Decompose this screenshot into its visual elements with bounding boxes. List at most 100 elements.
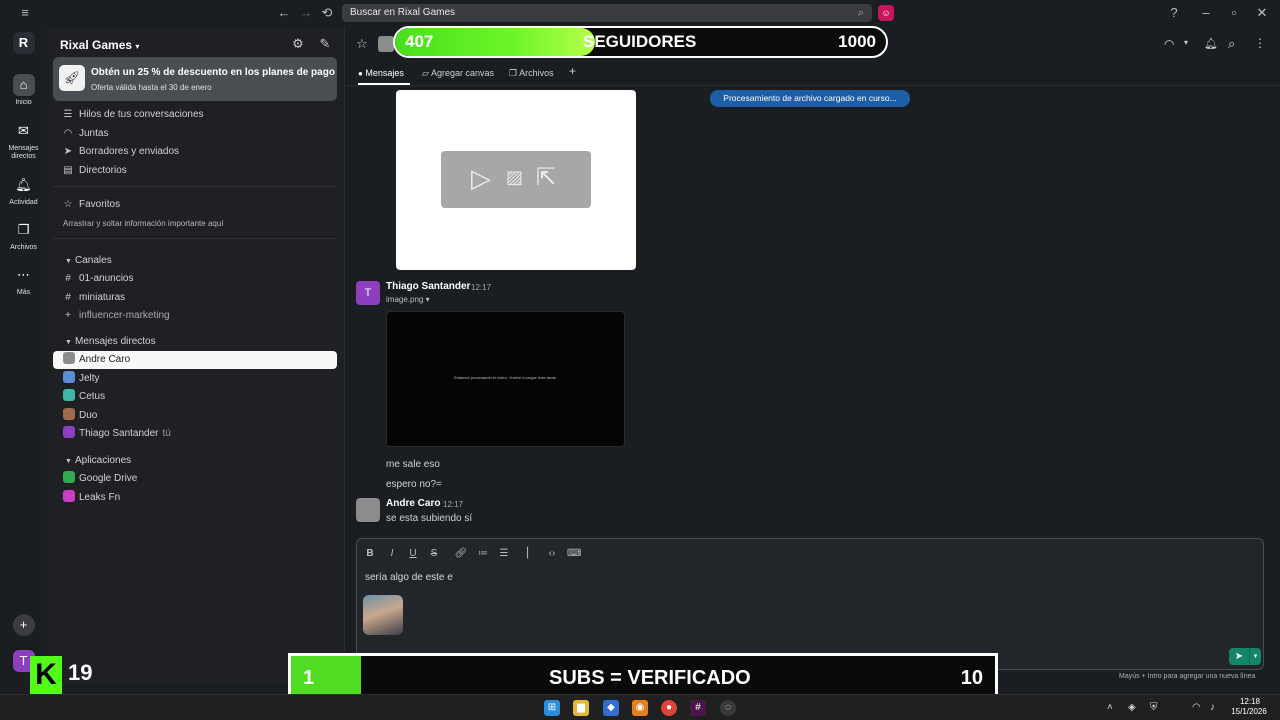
rail-item-mas[interactable]: ⋯ Más [0,264,47,297]
maximize-icon[interactable]: ▫ [1226,5,1242,21]
clock-date[interactable]: 15/1/2026 [1224,707,1274,716]
app-avatar-icon[interactable]: ☺ [878,5,894,21]
image-attachment[interactable]: Estamos procesando el vídeo. Vuelve a ca… [386,311,625,447]
tab-archivos[interactable]: ❐ Archivos [509,66,554,80]
rail-item-actividad[interactable]: 🔔︎ Actividad [0,174,47,207]
help-icon[interactable]: ? [1166,5,1182,21]
blockquote-icon[interactable]: ▏ [524,547,538,561]
more-vertical-icon[interactable]: ⋮ [1254,36,1266,50]
tab-mensajes[interactable]: ● Mensajes [358,66,404,81]
code-block-icon[interactable]: ⌨ [567,547,581,561]
nav-drafts[interactable]: ➤ Borradores y enviados [61,144,179,160]
app-icon[interactable]: ◌ [720,700,736,716]
rail-label: Inicio [15,99,32,106]
attachment-thumbnail[interactable] [363,595,403,635]
settings-icon[interactable]: ⚙ [290,36,306,52]
search-input[interactable]: Buscar en Rixal Games ⌕ [342,4,872,22]
nav-huddles[interactable]: ◠ Juntas [61,126,109,142]
add-tab-button[interactable]: + [569,64,576,78]
defender-icon[interactable]: ◈ [1128,702,1136,713]
volume-icon[interactable]: ♪ [1210,702,1215,713]
windows-start-icon[interactable]: ⊞ [544,700,560,716]
chevron-down-icon[interactable]: ▾ [1184,38,1188,47]
wifi-icon[interactable]: ◠ [1192,702,1201,713]
message-author[interactable]: Andre Caro [386,498,440,509]
avatar[interactable] [356,498,380,522]
star-icon[interactable]: ☆ [356,36,368,52]
dm-item[interactable]: Duo [53,407,337,425]
play-icon[interactable]: ▷ [471,163,491,194]
more-icon: ⋯ [17,267,30,282]
add-channel-item[interactable]: + influencer-marketing [61,308,170,324]
bell-icon[interactable]: 🔔︎ [1204,37,1218,50]
strikethrough-icon[interactable]: S [427,547,441,561]
channel-item[interactable]: #01-anuncios [61,271,133,287]
app-item[interactable]: Leaks Fn [53,489,337,507]
add-workspace-button[interactable]: + [0,614,47,639]
tab-agregar-canvas[interactable]: ▱ Agregar canvas [422,66,494,80]
message-timestamp[interactable]: 12:17 [443,500,463,509]
promo-banner[interactable]: 🚀︎ Obtén un 25 % de descuento en los pla… [53,57,337,101]
search-icon[interactable]: ⌕ [1228,36,1235,52]
nav-threads[interactable]: ☰ Hilos de tus conversaciones [61,107,204,123]
forward-arrow-icon[interactable]: → [298,5,314,21]
rail-label: Archivos [10,244,37,251]
back-arrow-icon[interactable]: ← [276,5,292,21]
shield-icon[interactable]: ⛨ [1150,702,1158,713]
message-composer[interactable]: B I U S 🔗︎ ≔ ☰ ▏ ‹› ⌨ sería algo de este… [356,538,1264,670]
rail-item-archivos[interactable]: ❐ Archivos [0,219,47,252]
open-external-icon[interactable]: ⇱ [536,163,556,192]
clock-time[interactable]: 12:18 [1228,697,1272,706]
video-attachment[interactable]: ▷ ▨ ⇱ [396,90,636,270]
rail-item-mensajes[interactable]: ✉ Mensajes directos [0,120,47,161]
chevron-up-icon[interactable]: ˄ [1107,702,1113,713]
bold-icon[interactable]: B [363,547,377,561]
threads-icon: ☰ [63,109,73,120]
dm-item[interactable]: Jelty [53,370,337,388]
search-placeholder: Buscar en Rixal Games [350,7,456,18]
bell-icon: 🔔︎ [15,177,32,192]
italic-icon[interactable]: I [385,547,399,561]
composer-input[interactable]: sería algo de este e [365,572,453,583]
minimize-icon[interactable]: – [1198,5,1214,21]
rail-item-inicio[interactable]: ⌂ Inicio [0,74,47,107]
send-button[interactable]: ➤ [1229,648,1249,665]
slack-icon[interactable]: # [690,700,706,716]
compose-icon[interactable]: ✎ [317,36,333,52]
link-icon[interactable]: 🔗︎ [454,547,468,561]
dm-item[interactable]: Thiago Santander tú [53,425,337,443]
history-icon[interactable]: ⟲ [319,5,335,21]
favorites-header[interactable]: ☆ Favoritos [61,197,121,213]
send-options-button[interactable]: ▾ [1249,648,1261,665]
channels-header[interactable]: ▼ Canales [65,255,112,266]
channel-sidebar: Rixal Games ▾ ⚙ ✎ 🚀︎ Obtén un 25 % de de… [47,26,345,686]
rocket-icon: 🚀︎ [59,65,85,91]
dm-name: Thiago Santander [79,428,159,440]
code-icon[interactable]: ‹› [545,547,559,561]
underline-icon[interactable]: U [406,547,420,561]
channel-item[interactable]: # miniaturas [61,290,125,306]
dms-header[interactable]: ▼ Mensajes directos [65,336,156,347]
message-author[interactable]: Thiago Santander [386,281,470,292]
workspace-logo[interactable]: R [0,32,47,57]
files-icon: ❐ [17,222,30,237]
nav-directories[interactable]: ▤ Directorios [61,163,127,179]
close-icon[interactable]: ✕ [1254,5,1270,21]
bullet-list-icon[interactable]: ☰ [497,547,511,561]
ordered-list-icon[interactable]: ≔ [476,547,490,561]
blender-icon[interactable]: ◉ [632,700,648,716]
chrome-icon[interactable]: ● [661,700,677,716]
menu-icon[interactable]: ≡ [17,5,33,21]
file-explorer-icon[interactable]: ▆ [573,700,589,716]
workspace-name[interactable]: Rixal Games ▾ [60,38,139,52]
dm-item[interactable]: Cetus [53,388,337,406]
message-timestamp[interactable]: 12:17 [471,283,491,292]
taskbar: ⊞ ▆ ◆ ◉ ● # ◌ ˄ ◈ ⛨ ◠ ♪ 12:18 15/1/2026 [0,694,1280,720]
app-item[interactable]: Google Drive [53,470,337,488]
apps-header[interactable]: ▼ Aplicaciones [65,455,131,466]
app-icon[interactable]: ◆ [603,700,619,716]
file-name[interactable]: image.png ▾ [386,295,430,304]
dm-item[interactable]: Andre Caro [53,351,337,369]
avatar[interactable]: T [356,281,380,305]
huddle-icon[interactable]: ◠ [1164,37,1174,51]
